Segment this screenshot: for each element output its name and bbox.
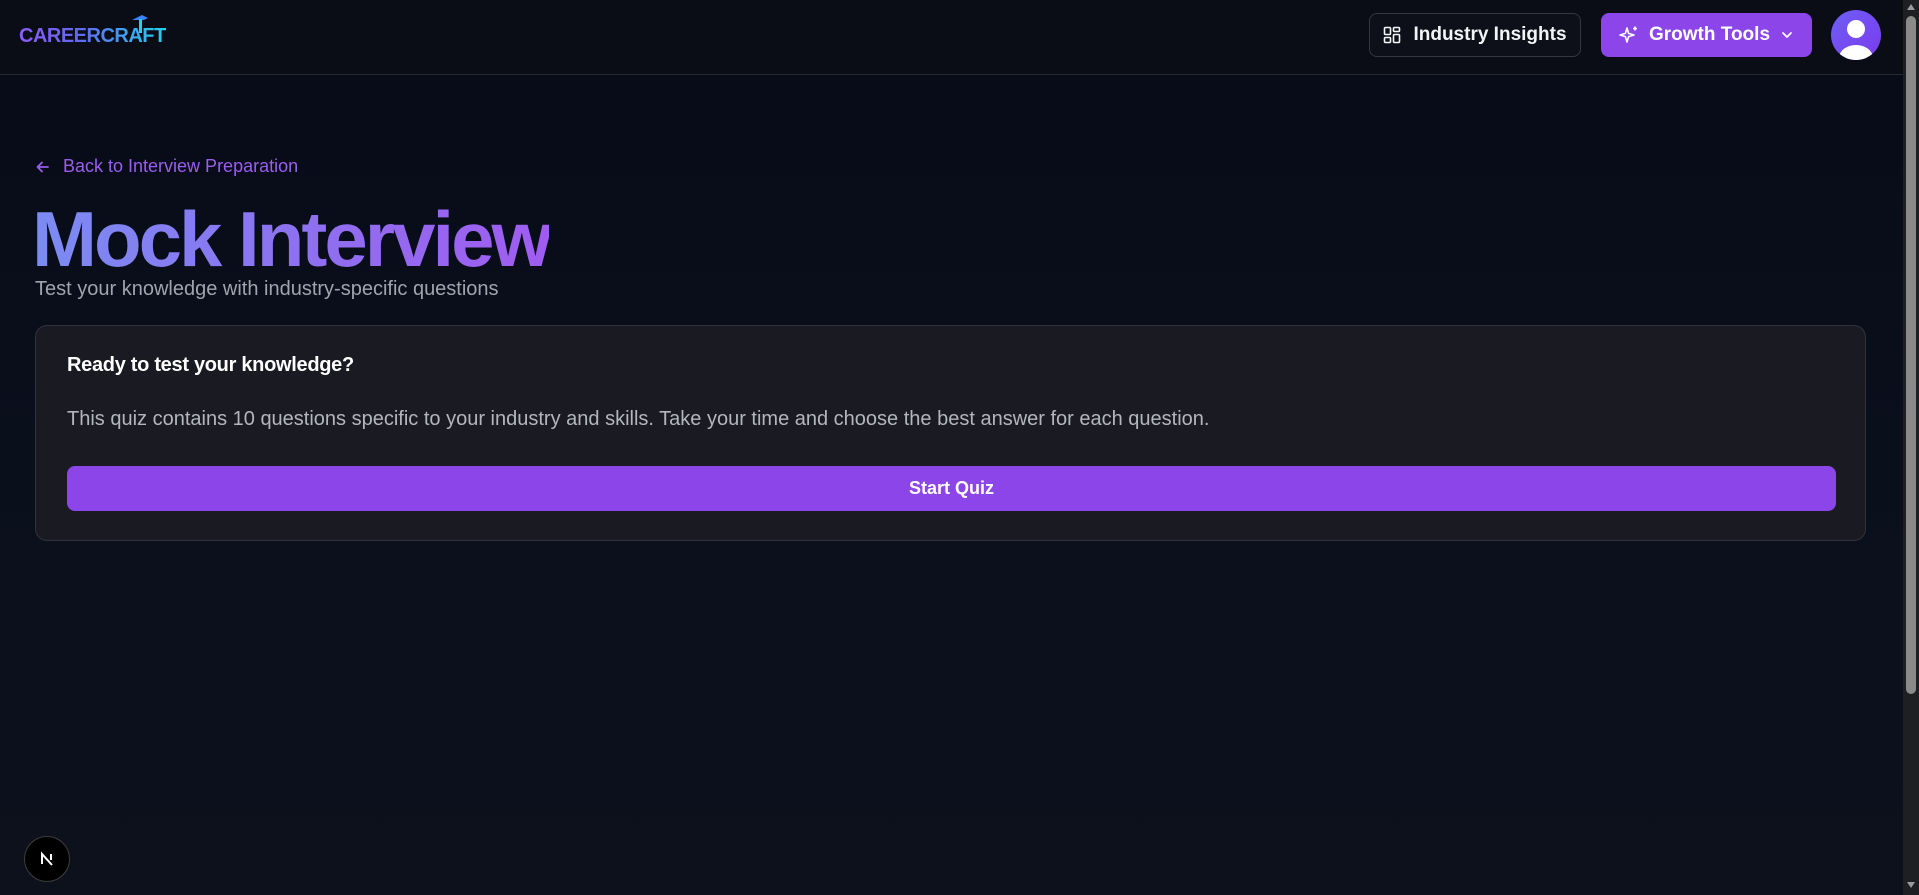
page-title: Mock Interview: [32, 195, 552, 283]
back-link-label: Back to Interview Preparation: [63, 156, 299, 176]
sparkles-icon: [1619, 26, 1637, 43]
scroll-up-arrow-icon[interactable]: [1907, 4, 1915, 10]
card-title: Ready to test your knowledge?: [67, 354, 354, 376]
user-avatar[interactable]: [1831, 10, 1881, 60]
industry-insights-label: Industry Insights: [1413, 24, 1567, 45]
dashboard-icon: [1384, 26, 1401, 44]
page: CAREERCRAFT Industry Insights Growth Too…: [0, 0, 1903, 895]
chevron-down-icon: [1782, 32, 1792, 38]
industry-insights-button[interactable]: Industry Insights: [1369, 13, 1581, 57]
card-description: This quiz contains 10 questions specific…: [67, 408, 1210, 430]
hammer-icon: [132, 15, 148, 33]
growth-tools-label: Growth Tools: [1648, 24, 1771, 45]
page-subtitle: Test your knowledge with industry-specif…: [35, 278, 499, 300]
nextjs-logo-icon: [41, 851, 53, 866]
start-quiz-button[interactable]: Start Quiz: [67, 466, 1836, 511]
user-avatar-icon: [1839, 20, 1873, 60]
scrollbar-thumb[interactable]: [1906, 16, 1916, 694]
quiz-intro-card: Ready to test your knowledge? This quiz …: [35, 325, 1866, 541]
back-to-interview-preparation-link[interactable]: Back to Interview Preparation: [35, 156, 298, 177]
arrow-left-icon: [36, 161, 49, 172]
growth-tools-dropdown[interactable]: Growth Tools: [1601, 13, 1812, 57]
vertical-scrollbar[interactable]: [1903, 0, 1919, 895]
top-navigation-bar: CAREERCRAFT Industry Insights Growth Too…: [0, 0, 1903, 75]
scroll-down-arrow-icon[interactable]: [1907, 882, 1915, 888]
careercraft-logo[interactable]: CAREERCRAFT: [19, 15, 166, 50]
nextjs-dev-badge[interactable]: [24, 836, 70, 882]
